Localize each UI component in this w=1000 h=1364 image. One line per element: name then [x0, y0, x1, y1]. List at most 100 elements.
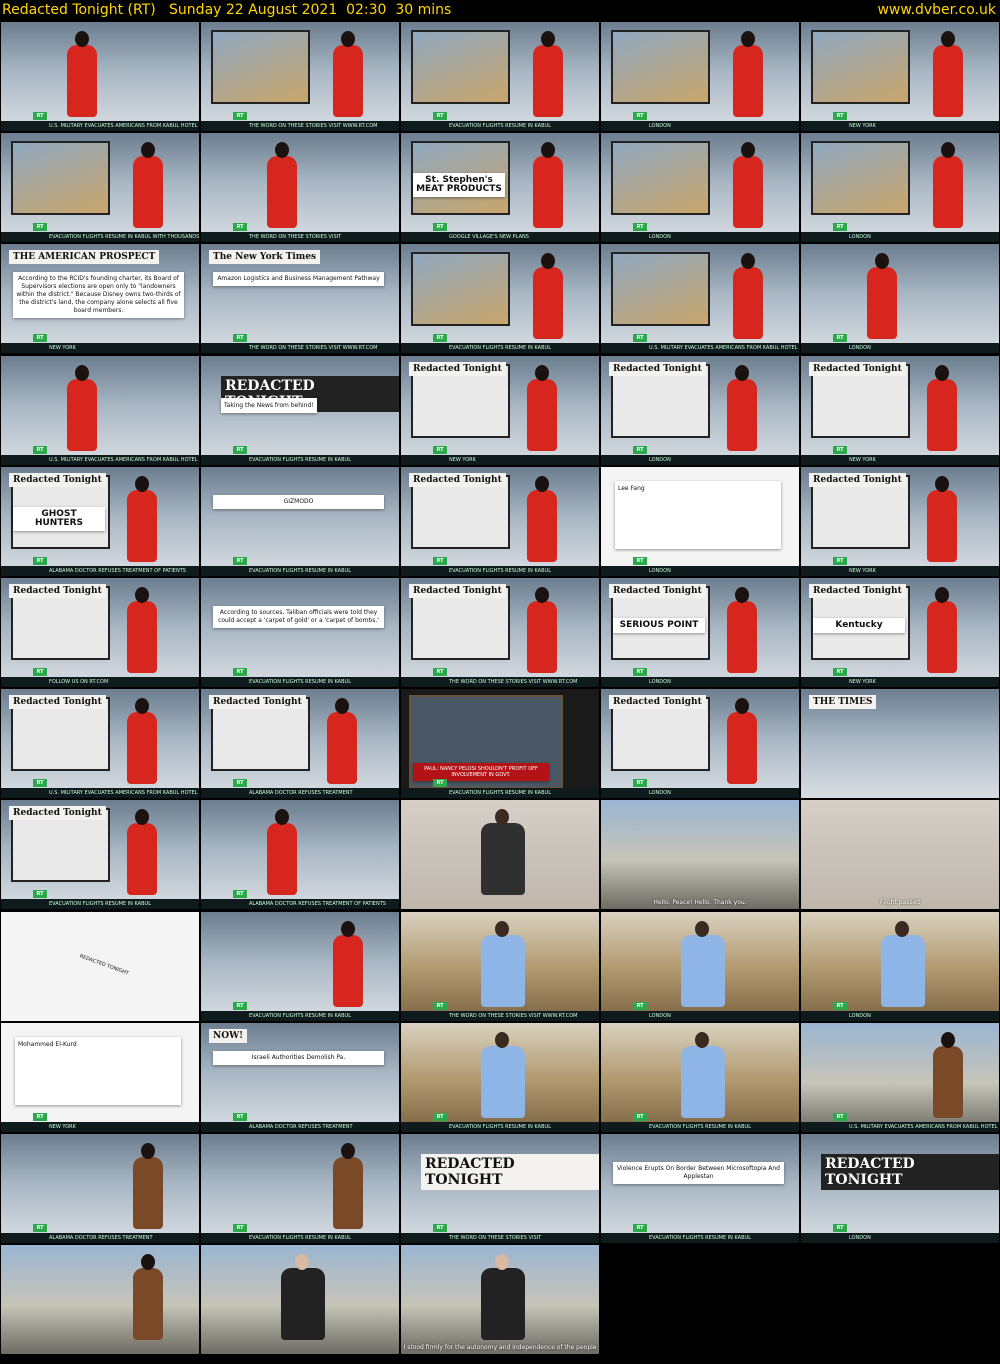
news-ticker: NEW YORK — [1, 1121, 199, 1132]
rt-logo: RT — [433, 223, 447, 232]
thumbnail[interactable] — [1, 1245, 199, 1355]
presenter-head — [75, 364, 89, 381]
thumbnail[interactable]: LONDON RT — [601, 911, 799, 1021]
thumbnail[interactable]: Redacted Tonight LONDON RT — [601, 689, 799, 799]
rt-logo: RT — [233, 779, 247, 788]
thumbnail[interactable]: EVACUATION FLIGHTS RESUME IN KABUL RT — [201, 911, 399, 1021]
thumbnail[interactable] — [201, 1245, 399, 1355]
presenter — [133, 156, 163, 229]
news-ticker: LONDON — [801, 232, 999, 243]
thumbnail[interactable]: I stood firmly for the autonomy and inde… — [401, 1245, 599, 1355]
speaker — [481, 934, 525, 1007]
presenter — [533, 156, 563, 229]
thumbnail[interactable]: Redacted Tonight LONDON RT — [601, 355, 799, 465]
speaker-head — [695, 920, 709, 937]
thumbnail[interactable]: Redacted Tonight Kentucky NEW YORK RT — [801, 578, 999, 687]
presenter-head — [941, 1031, 955, 1048]
thumbnail[interactable]: Hello. Peace! Hello. Thank you. — [601, 800, 799, 910]
thumbnail[interactable]: THE WORD ON THESE STORIES VISIT WWW.RT.C… — [201, 22, 399, 131]
caption-card: Kentucky — [813, 618, 905, 633]
news-ticker: THE WORD ON THESE STORIES VISIT WWW.RT.C… — [201, 343, 399, 354]
news-ticker: LONDON — [601, 565, 799, 576]
thumbnail[interactable]: THE TIMES — [801, 689, 999, 799]
thumbnail[interactable]: LONDON RT — [601, 22, 799, 131]
thumbnail[interactable]: REDACTED TONIGHT THE WORD ON THESE STORIE… — [401, 1134, 599, 1243]
thumbnail[interactable]: U.S. MILITARY EVACUATES AMERICANS FROM K… — [1, 22, 199, 131]
thumbnail[interactable]: EVACUATION FLIGHTS RESUME IN KABUL RT — [401, 244, 599, 354]
thumbnail[interactable]: EVACUATION FLIGHTS RESUME IN KABUL RT — [601, 1022, 799, 1132]
thumbnail[interactable]: Redacted Tonight U.S. MILITARY EVACUATES … — [1, 689, 199, 799]
thumbnail[interactable]: THE AMERICAN PROSPECT According to the RC… — [1, 244, 199, 354]
thumbnail[interactable]: REDACTED TONIGHTTaking the News from beh… — [201, 355, 399, 465]
thumbnail[interactable]: GIZMODO EVACUATION FLIGHTS RESUME IN KABU… — [201, 466, 399, 576]
presenter — [527, 378, 557, 451]
thumbnail[interactable]: EVACUATION FLIGHTS RESUME IN KABUL RT — [401, 1022, 599, 1132]
presenter — [927, 601, 957, 673]
thumbnail[interactable]: LONDON RT — [801, 133, 999, 243]
thumbnail[interactable]: U.S. MILITARY EVACUATES AMERICANS FROM K… — [1, 355, 199, 465]
rt-logo: RT — [833, 1001, 847, 1010]
thumbnail[interactable]: St. Stephen's MEAT PRODUCTS GOOGLE VILLAG… — [401, 133, 599, 243]
presenter — [933, 45, 963, 117]
thumbnail[interactable]: LONDON RT — [801, 244, 999, 354]
news-ticker: EVACUATION FLIGHTS RESUME IN KABUL — [601, 1121, 799, 1132]
thumbnail[interactable] — [401, 800, 599, 910]
thumbnail[interactable]: Redacted Tonight THE WORD ON THESE STORIE… — [401, 578, 599, 687]
thumbnail[interactable]: NOW! Israeli Authorities Demolish Pa. ALAB… — [201, 1022, 399, 1132]
newspaper-title: Redacted Tonight — [409, 584, 506, 598]
presenter — [727, 378, 757, 451]
thumbnail[interactable]: Mohammed El-Kurd NEW YORK RT — [1, 1022, 199, 1132]
thumbnail[interactable]: PAUL: NANCY PELOSI SHOULDN'T PROFIT OFF … — [401, 689, 599, 799]
thumbnail[interactable]: Redacted Tonight NEW YORK RT — [401, 355, 599, 465]
thumbnail[interactable]: ALABAMA DOCTOR REFUSES TREATMENT RT — [1, 1134, 199, 1243]
thumbnail[interactable]: Flight passed — [801, 800, 999, 910]
newspaper-title: Redacted Tonight — [409, 472, 506, 487]
thumbnail[interactable]: Lee Fang LONDON RT — [601, 466, 799, 576]
presenter-head — [141, 1143, 155, 1159]
thumbnail[interactable]: Redacted Tonight FOLLOW US ON RT.COM RT — [1, 578, 199, 687]
thumbnail[interactable]: NEW YORK RT — [801, 22, 999, 131]
speaker-head — [895, 920, 909, 937]
thumbnail[interactable]: EVACUATION FLIGHTS RESUME IN KABUL WITH … — [1, 133, 199, 243]
rt-logo: RT — [433, 1112, 447, 1121]
rt-logo: RT — [233, 890, 247, 899]
page-header: Redacted Tonight (RT) Sunday 22 August 2… — [0, 0, 1000, 20]
thumbnail[interactable]: EVACUATION FLIGHTS RESUME IN KABUL RT — [201, 1134, 399, 1243]
rt-logo: RT — [233, 112, 247, 120]
presenter-head — [741, 31, 755, 47]
thumbnail[interactable]: LONDON RT — [801, 911, 999, 1021]
caption-card: According to sources, Taliban officials … — [213, 606, 384, 628]
thumbnail[interactable]: EVACUATION FLIGHTS RESUME IN KABUL RT — [401, 22, 599, 131]
rt-logo: RT — [633, 556, 647, 565]
thumbnail[interactable]: THE WORD ON THESE STORIES VISIT WWW.RT.C… — [401, 911, 599, 1021]
presenter — [133, 1157, 163, 1229]
thumbnail[interactable]: U.S. MILITARY EVACUATES AMERICANS FROM K… — [601, 244, 799, 354]
thumbnail[interactable]: REDACTED TONIGHT — [1, 911, 199, 1021]
thumbnail[interactable]: Violence Erupts On Border Between Micros… — [601, 1134, 799, 1243]
site-link[interactable]: www.dvber.co.uk — [877, 0, 996, 20]
thumbnail[interactable]: U.S. MILITARY EVACUATES AMERICANS FROM K… — [801, 1022, 999, 1132]
newspaper-title: Redacted Tonight — [409, 361, 506, 376]
news-ticker: LONDON — [601, 232, 799, 243]
thumbnail[interactable]: Redacted Tonight EVACUATION FLIGHTS RESUM… — [1, 800, 199, 910]
thumbnail[interactable]: ALABAMA DOCTOR REFUSES TREATMENT OF PATI… — [201, 800, 399, 910]
thumbnail[interactable]: REDACTED TONIGHT LONDON RT — [801, 1134, 999, 1243]
presenter — [267, 823, 297, 896]
thumbnail[interactable]: Redacted Tonight EVACUATION FLIGHTS RESUM… — [401, 466, 599, 576]
speaker — [281, 1268, 325, 1341]
thumbnail[interactable]: Redacted Tonight ALABAMA DOCTOR REFUSES T… — [201, 689, 399, 799]
presenter-head — [135, 587, 149, 603]
news-ticker: LONDON — [601, 121, 799, 131]
presenter — [927, 378, 957, 451]
rt-logo: RT — [633, 668, 647, 676]
thumbnail[interactable]: Redacted Tonight NEW YORK RT — [801, 466, 999, 576]
thumbnail[interactable]: THE WORD ON THESE STORIES VISIT RT — [201, 133, 399, 243]
thumbnail[interactable]: LONDON RT — [601, 133, 799, 243]
thumbnail[interactable]: Redacted Tonight GHOST HUNTERS ALABAMA DOC… — [1, 466, 199, 576]
rt-logo: RT — [833, 556, 847, 565]
presenter — [327, 712, 357, 785]
thumbnail[interactable]: The New York Times Amazon Logistics and B… — [201, 244, 399, 354]
thumbnail[interactable]: According to sources, Taliban officials … — [201, 578, 399, 687]
thumbnail[interactable]: Redacted Tonight NEW YORK RT — [801, 355, 999, 465]
thumbnail[interactable]: Redacted Tonight SERIOUS POINT LONDON RT — [601, 578, 799, 687]
